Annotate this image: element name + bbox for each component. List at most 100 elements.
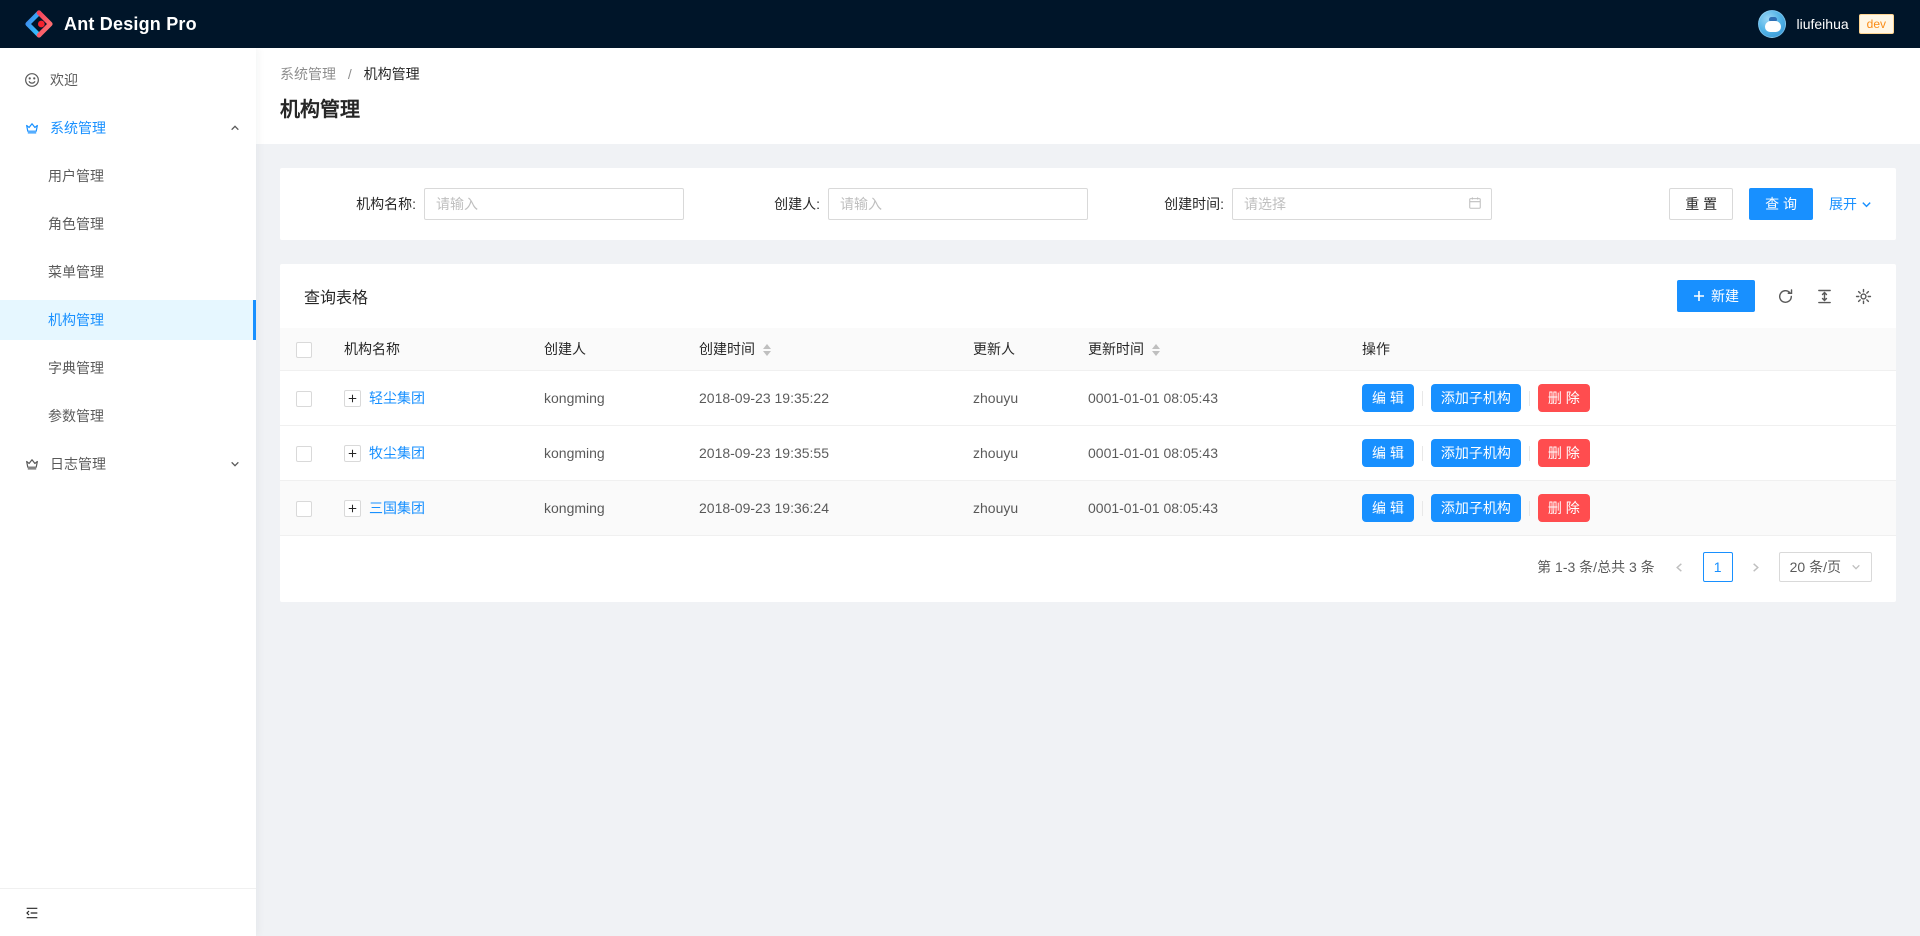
add-child-org-button[interactable]: 添加子机构 [1431,384,1521,412]
creator-input[interactable] [828,188,1088,220]
edit-button[interactable]: 编 辑 [1362,439,1414,467]
create-time-cell: 2018-09-23 19:35:55 [683,426,957,481]
table-card: 查询表格 新建 [280,264,1896,602]
update-time-cell: 0001-01-01 08:05:43 [1072,371,1346,426]
page-number-1[interactable]: 1 [1703,552,1733,582]
sidebar-collapse-trigger[interactable] [0,888,256,936]
org-name-link[interactable]: 牧尘集团 [369,443,425,463]
sidebar-item-label: 字典管理 [48,358,104,378]
new-button-label: 新建 [1711,286,1739,306]
divider [1422,391,1423,406]
sidebar-item-role-management[interactable]: 角色管理 [0,204,256,244]
form-item-creator: 创建人: [708,188,1088,220]
column-header-create-time: 创建时间 [683,328,957,371]
delete-button[interactable]: 删 除 [1538,384,1590,412]
org-name-link[interactable]: 轻尘集团 [369,388,425,408]
expand-row-icon[interactable] [344,500,361,517]
add-child-org-button[interactable]: 添加子机构 [1431,494,1521,522]
column-header-update-time: 更新时间 [1072,328,1346,371]
breadcrumb-current: 机构管理 [364,66,420,82]
delete-button[interactable]: 删 除 [1538,439,1590,467]
select-all-checkbox[interactable] [296,342,312,358]
page-title: 机构管理 [280,96,1896,124]
sidebar-item-param-management[interactable]: 参数管理 [0,396,256,436]
row-checkbox[interactable] [296,446,312,462]
ant-design-logo-icon [24,9,54,39]
app-title: Ant Design Pro [64,14,197,35]
table-header-row: 机构名称 创建人 创建时间 更新人 更新时间 操作 [280,328,1896,371]
expand-label: 展开 [1829,194,1857,214]
creator-label: 创建人: [708,188,820,220]
sidebar-item-label: 角色管理 [48,214,104,234]
new-button[interactable]: 新建 [1677,280,1755,312]
crown-icon [24,120,40,136]
delete-button[interactable]: 删 除 [1538,494,1590,522]
page-size-select[interactable]: 20 条/页 [1779,552,1872,582]
row-checkbox[interactable] [296,501,312,517]
creator-cell: kongming [528,371,683,426]
sidebar-item-welcome[interactable]: 欢迎 [0,60,256,100]
sidebar-item-label: 菜单管理 [48,262,104,282]
user-avatar[interactable] [1758,10,1786,38]
sidebar-item-label: 参数管理 [48,406,104,426]
pagination-total: 第 1-3 条/总共 3 条 [1537,557,1654,577]
create-time-datepicker[interactable] [1232,188,1492,220]
add-child-org-button[interactable]: 添加子机构 [1431,439,1521,467]
expand-row-icon[interactable] [344,445,361,462]
updater-cell: zhouyu [957,426,1072,481]
sort-carets-icon[interactable] [763,344,771,356]
sidebar-item-menu-management[interactable]: 菜单管理 [0,252,256,292]
create-time-label: 创建时间: [1112,188,1224,220]
edit-button[interactable]: 编 辑 [1362,384,1414,412]
search-actions: 重 置 查 询 展开 [1669,188,1872,220]
sidebar-item-dict-management[interactable]: 字典管理 [0,348,256,388]
creator-cell: kongming [528,426,683,481]
settings-gear-icon[interactable] [1855,288,1872,305]
sidebar: 欢迎 系统管理 用户管理 角色管理 菜单管理 机构管理 字典管理 [0,48,256,936]
smile-icon [24,72,40,88]
expand-row-icon[interactable] [344,390,361,407]
form-item-create-time: 创建时间: [1112,188,1492,220]
prev-page-icon[interactable] [1665,552,1695,582]
table-row: 三国集团 kongming 2018-09-23 19:36:24 zhouyu… [280,481,1896,536]
breadcrumb-parent[interactable]: 系统管理 [280,66,336,82]
sidebar-item-org-management[interactable]: 机构管理 [0,300,256,340]
reset-button[interactable]: 重 置 [1669,188,1733,220]
query-button[interactable]: 查 询 [1749,188,1813,220]
username[interactable]: liufeihua [1796,16,1848,32]
table-row: 轻尘集团 kongming 2018-09-23 19:35:22 zhouyu… [280,371,1896,426]
page-header: 系统管理 / 机构管理 机构管理 [256,48,1920,144]
org-name-link[interactable]: 三国集团 [369,498,425,518]
sidebar-item-system-management[interactable]: 系统管理 [0,108,256,148]
chevron-up-icon [230,123,240,133]
chevron-down-icon [1851,562,1861,572]
top-header: Ant Design Pro liufeihua dev [0,0,1920,48]
divider [1529,446,1530,461]
org-name-label: 机构名称: [304,188,416,220]
column-header-creator: 创建人 [528,328,683,371]
row-checkbox[interactable] [296,391,312,407]
sidebar-item-user-management[interactable]: 用户管理 [0,156,256,196]
breadcrumb: 系统管理 / 机构管理 [280,64,1896,84]
next-page-icon[interactable] [1741,552,1771,582]
edit-button[interactable]: 编 辑 [1362,494,1414,522]
density-icon[interactable] [1816,288,1833,305]
page-size-label: 20 条/页 [1790,557,1841,577]
reload-icon[interactable] [1777,288,1794,305]
divider [1529,501,1530,516]
form-item-org-name: 机构名称: [304,188,684,220]
menu-fold-icon [24,905,40,921]
expand-toggle[interactable]: 展开 [1829,194,1872,214]
sidebar-item-log-management[interactable]: 日志管理 [0,444,256,484]
divider [1422,446,1423,461]
sidebar-item-label: 欢迎 [50,70,78,90]
sort-carets-icon[interactable] [1152,344,1160,356]
org-name-input[interactable] [424,188,684,220]
main-content: 系统管理 / 机构管理 机构管理 机构名称: 创建人: [256,48,1920,626]
app-logo[interactable]: Ant Design Pro [24,9,197,39]
pagination: 第 1-3 条/总共 3 条 1 20 条/页 [280,536,1896,586]
chevron-down-icon [230,459,240,469]
sidebar-item-label: 用户管理 [48,166,104,186]
divider [1422,501,1423,516]
sidebar-menu: 欢迎 系统管理 用户管理 角色管理 菜单管理 机构管理 字典管理 [0,48,256,888]
